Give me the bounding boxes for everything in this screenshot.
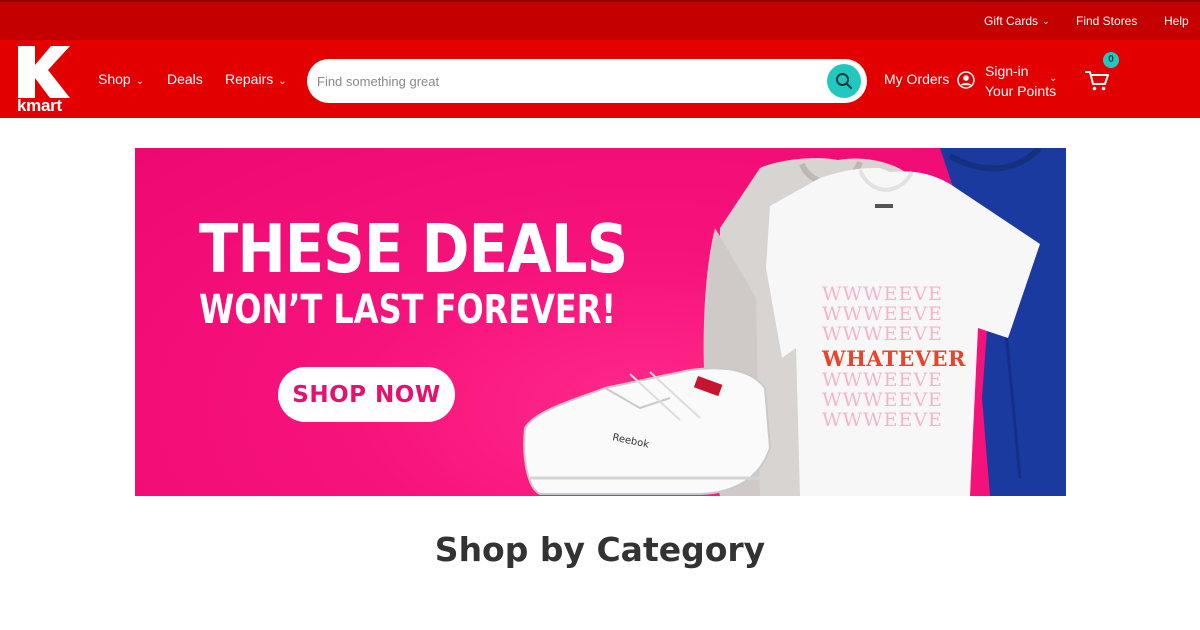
- nav-shop[interactable]: Shop ⌄: [98, 71, 144, 87]
- account-menu[interactable]: Sign-in Your Points ⌄: [957, 59, 1061, 103]
- cart-count-badge: 0: [1103, 52, 1119, 68]
- my-orders-link[interactable]: My Orders: [884, 71, 949, 87]
- chevron-down-icon: ⌄: [1042, 16, 1050, 26]
- promo-banner[interactable]: THESE DEALS WON’T LAST FOREVER! SHOP NOW…: [135, 148, 1066, 496]
- search-icon: [836, 73, 852, 89]
- svg-text:WWWEEVE: WWWEEVE: [822, 369, 943, 391]
- search-input[interactable]: [317, 67, 817, 95]
- gift-cards-link[interactable]: Gift Cards ⌄: [984, 14, 1050, 28]
- sign-in-label: Sign-in: [985, 63, 1029, 79]
- kmart-logo[interactable]: kmart: [14, 46, 72, 115]
- nav-shop-label: Shop: [98, 71, 131, 87]
- nav-deals[interactable]: Deals: [167, 71, 203, 87]
- nav-repairs-label: Repairs: [225, 71, 274, 87]
- white-sneaker-image: Reebok: [523, 367, 772, 495]
- cart-button[interactable]: 0: [1085, 50, 1121, 94]
- shop-now-button[interactable]: SHOP NOW: [278, 367, 455, 422]
- utility-bar: Gift Cards ⌄ Find Stores Help: [0, 0, 1200, 40]
- cart-icon: [1085, 71, 1109, 91]
- chevron-down-icon: ⌄: [1049, 73, 1058, 84]
- gift-cards-label: Gift Cards: [984, 14, 1039, 28]
- your-points-label: Your Points: [985, 83, 1057, 99]
- kmart-k-icon: [18, 46, 70, 98]
- svg-text:WWWEEVE: WWWEEVE: [822, 303, 943, 325]
- search-button[interactable]: [827, 64, 861, 98]
- svg-text:WWWEEVE: WWWEEVE: [822, 323, 943, 345]
- chevron-down-icon: ⌄: [135, 76, 145, 87]
- tshirt-print: WHATEVER: [821, 346, 966, 371]
- main-header: kmart Shop ⌄ Deals Repairs ⌄ My Orders Sig…: [0, 40, 1200, 118]
- svg-text:WWWEEVE: WWWEEVE: [822, 283, 943, 305]
- svg-text:WWWEEVE: WWWEEVE: [822, 389, 943, 411]
- category-section-title: Shop by Category: [434, 530, 766, 569]
- search-bar: [307, 59, 867, 103]
- logo-wordmark: kmart: [17, 96, 62, 115]
- svg-text:WWWEEVE: WWWEEVE: [822, 409, 943, 431]
- user-icon: [957, 71, 975, 89]
- account-text: Sign-in Your Points: [985, 61, 1056, 101]
- chevron-down-icon: ⌄: [278, 76, 287, 87]
- help-link[interactable]: Help: [1164, 14, 1189, 28]
- banner-product-image: believe WWWEEVE WWWEEVE WWWEEVE WHATEVER…: [523, 148, 1066, 496]
- nav-repairs[interactable]: Repairs ⌄: [225, 71, 287, 87]
- find-stores-link[interactable]: Find Stores: [1076, 14, 1137, 28]
